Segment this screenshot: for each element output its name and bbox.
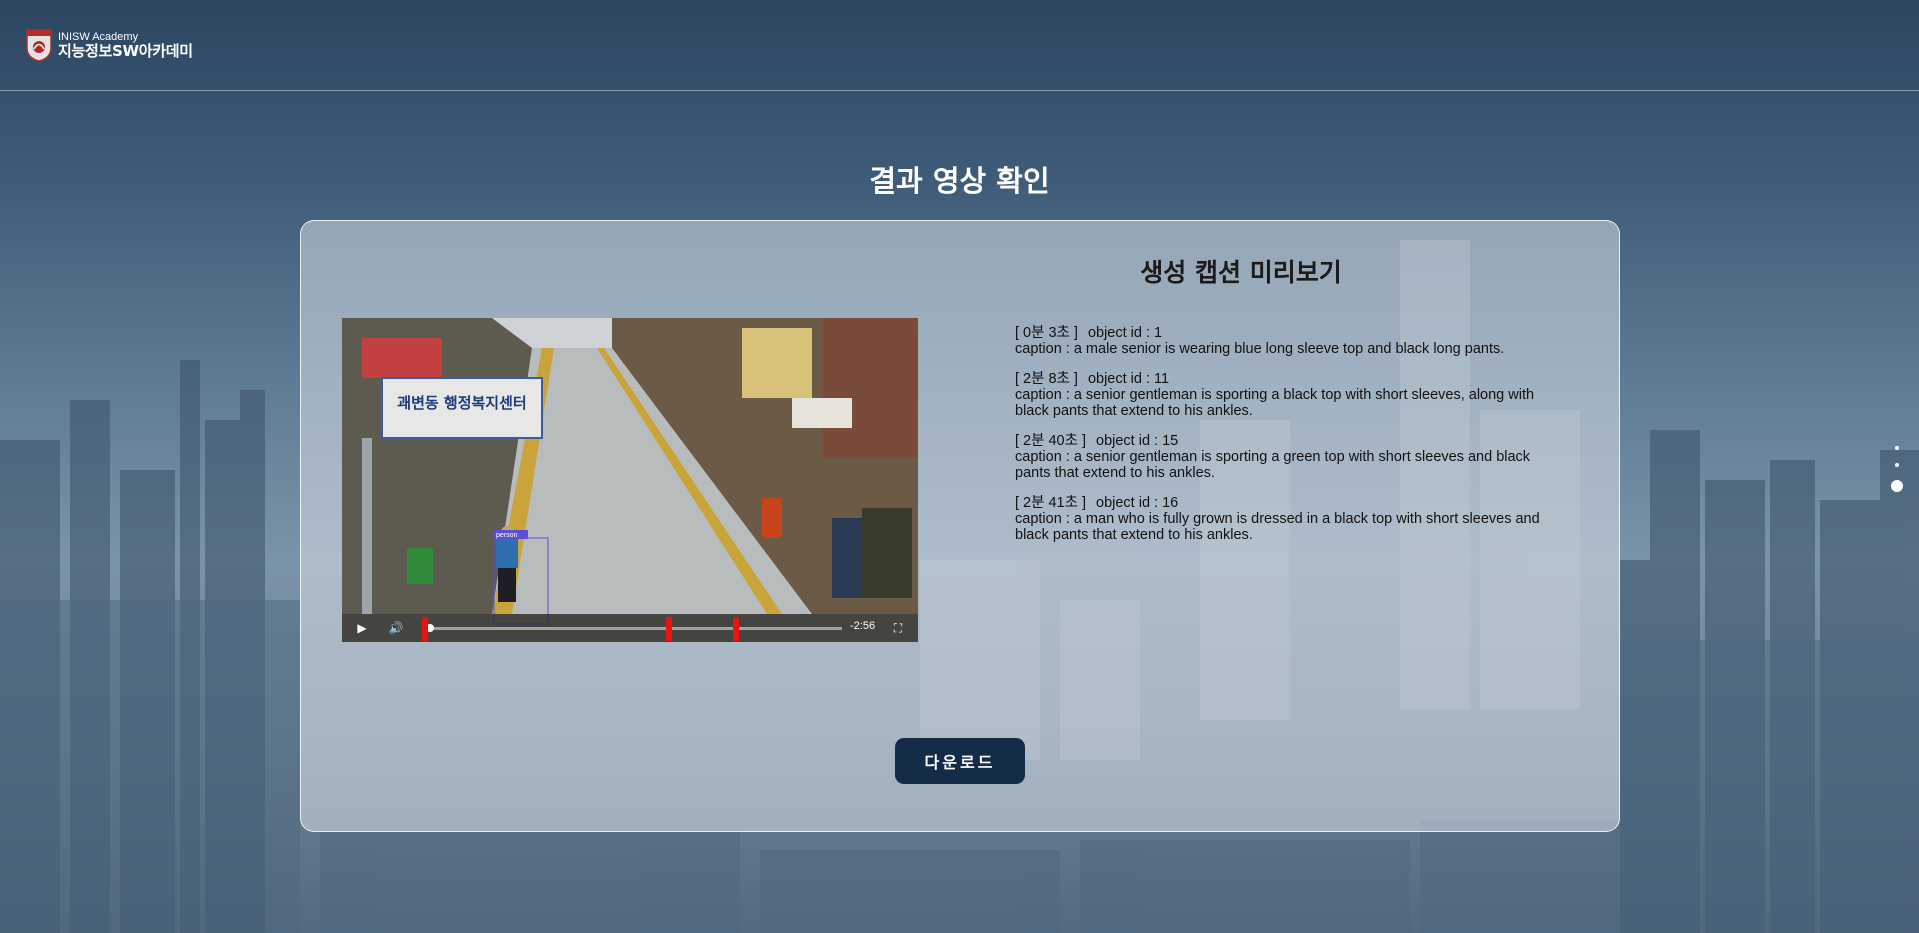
fullscreen-icon[interactable]: ⛶ bbox=[888, 618, 908, 638]
video-frame: 괘변동 행정복지센터 person bbox=[342, 318, 918, 642]
result-panel: 괘변동 행정복지센터 person ▶ 🔊 -2:56 ⛶ 생성 캡션 미리보기… bbox=[300, 220, 1620, 832]
caption-text: caption : a senior gentleman is sporting… bbox=[1015, 387, 1535, 419]
caption-entry: [ 2분 41초 ] object id : 16 caption : a man… bbox=[1015, 495, 1555, 543]
caption-object-id: object id : 16 bbox=[1096, 495, 1179, 511]
video-controls: ▶ 🔊 -2:56 ⛶ bbox=[342, 614, 918, 642]
page-title: 결과 영상 확인 bbox=[869, 164, 1050, 198]
caption-header-line: [ 0분 3초 ] object id : 1 bbox=[1015, 325, 1555, 341]
time-remaining: -2:56 bbox=[850, 620, 876, 632]
bbox-label: person bbox=[496, 532, 518, 539]
volume-icon[interactable]: 🔊 bbox=[386, 618, 406, 638]
video-progress-bar[interactable] bbox=[422, 617, 842, 641]
caption-header-line: [ 2분 41초 ] object id : 16 bbox=[1015, 495, 1555, 511]
caption-marker[interactable] bbox=[665, 617, 672, 641]
shield-logo-icon bbox=[26, 29, 52, 62]
download-button[interactable]: 다운로드 bbox=[895, 738, 1025, 784]
caption-timestamp: [ 2분 41초 ] bbox=[1015, 495, 1087, 511]
logo-english-text: INISW Academy bbox=[58, 30, 139, 43]
site-header: INISW Academy 지능정보SW아카데미 bbox=[0, 0, 1919, 91]
pagination-dot[interactable] bbox=[1895, 446, 1899, 450]
section-pagination bbox=[1890, 446, 1904, 505]
caption-text: caption : a man who is fully grown is dr… bbox=[1015, 511, 1540, 543]
caption-preview-heading: 생성 캡션 미리보기 bbox=[1140, 258, 1342, 287]
caption-marker[interactable] bbox=[732, 617, 739, 641]
pagination-dot[interactable] bbox=[1895, 463, 1899, 467]
pagination-dot[interactable] bbox=[1891, 480, 1903, 492]
caption-object-id: object id : 1 bbox=[1087, 325, 1163, 341]
caption-text: caption : a male senior is wearing blue … bbox=[1015, 341, 1505, 357]
caption-marker[interactable] bbox=[422, 617, 428, 641]
caption-object-id: object id : 11 bbox=[1087, 371, 1170, 387]
caption-timestamp: [ 2분 40초 ] bbox=[1015, 433, 1087, 449]
inisw-logo[interactable]: INISW Academy 지능정보SW아카데미 bbox=[26, 28, 193, 62]
caption-entry: [ 2분 8초 ] object id : 11 caption : a seni… bbox=[1015, 371, 1555, 419]
caption-timestamp: [ 0분 3초 ] bbox=[1015, 325, 1078, 341]
caption-header-line: [ 2분 40초 ] object id : 15 bbox=[1015, 433, 1555, 449]
street-sign-text: 괘변동 행정복지센터 bbox=[397, 394, 526, 412]
caption-timestamp: [ 2분 8초 ] bbox=[1015, 371, 1078, 387]
logo-korean-text: 지능정보SW아카데미 bbox=[58, 41, 193, 60]
result-video-player[interactable]: 괘변동 행정복지센터 person ▶ 🔊 -2:56 ⛶ bbox=[342, 318, 918, 642]
caption-header-line: [ 2분 8초 ] object id : 11 bbox=[1015, 371, 1555, 387]
caption-text: caption : a senior gentleman is sporting… bbox=[1015, 449, 1531, 481]
play-icon[interactable]: ▶ bbox=[352, 618, 372, 638]
caption-entry: [ 2분 40초 ] object id : 15 caption : a sen… bbox=[1015, 433, 1555, 481]
caption-object-id: object id : 15 bbox=[1096, 433, 1179, 449]
caption-list: [ 0분 3초 ] object id : 1 caption : a male … bbox=[1015, 325, 1555, 557]
caption-entry: [ 0분 3초 ] object id : 1 caption : a male … bbox=[1015, 325, 1555, 357]
